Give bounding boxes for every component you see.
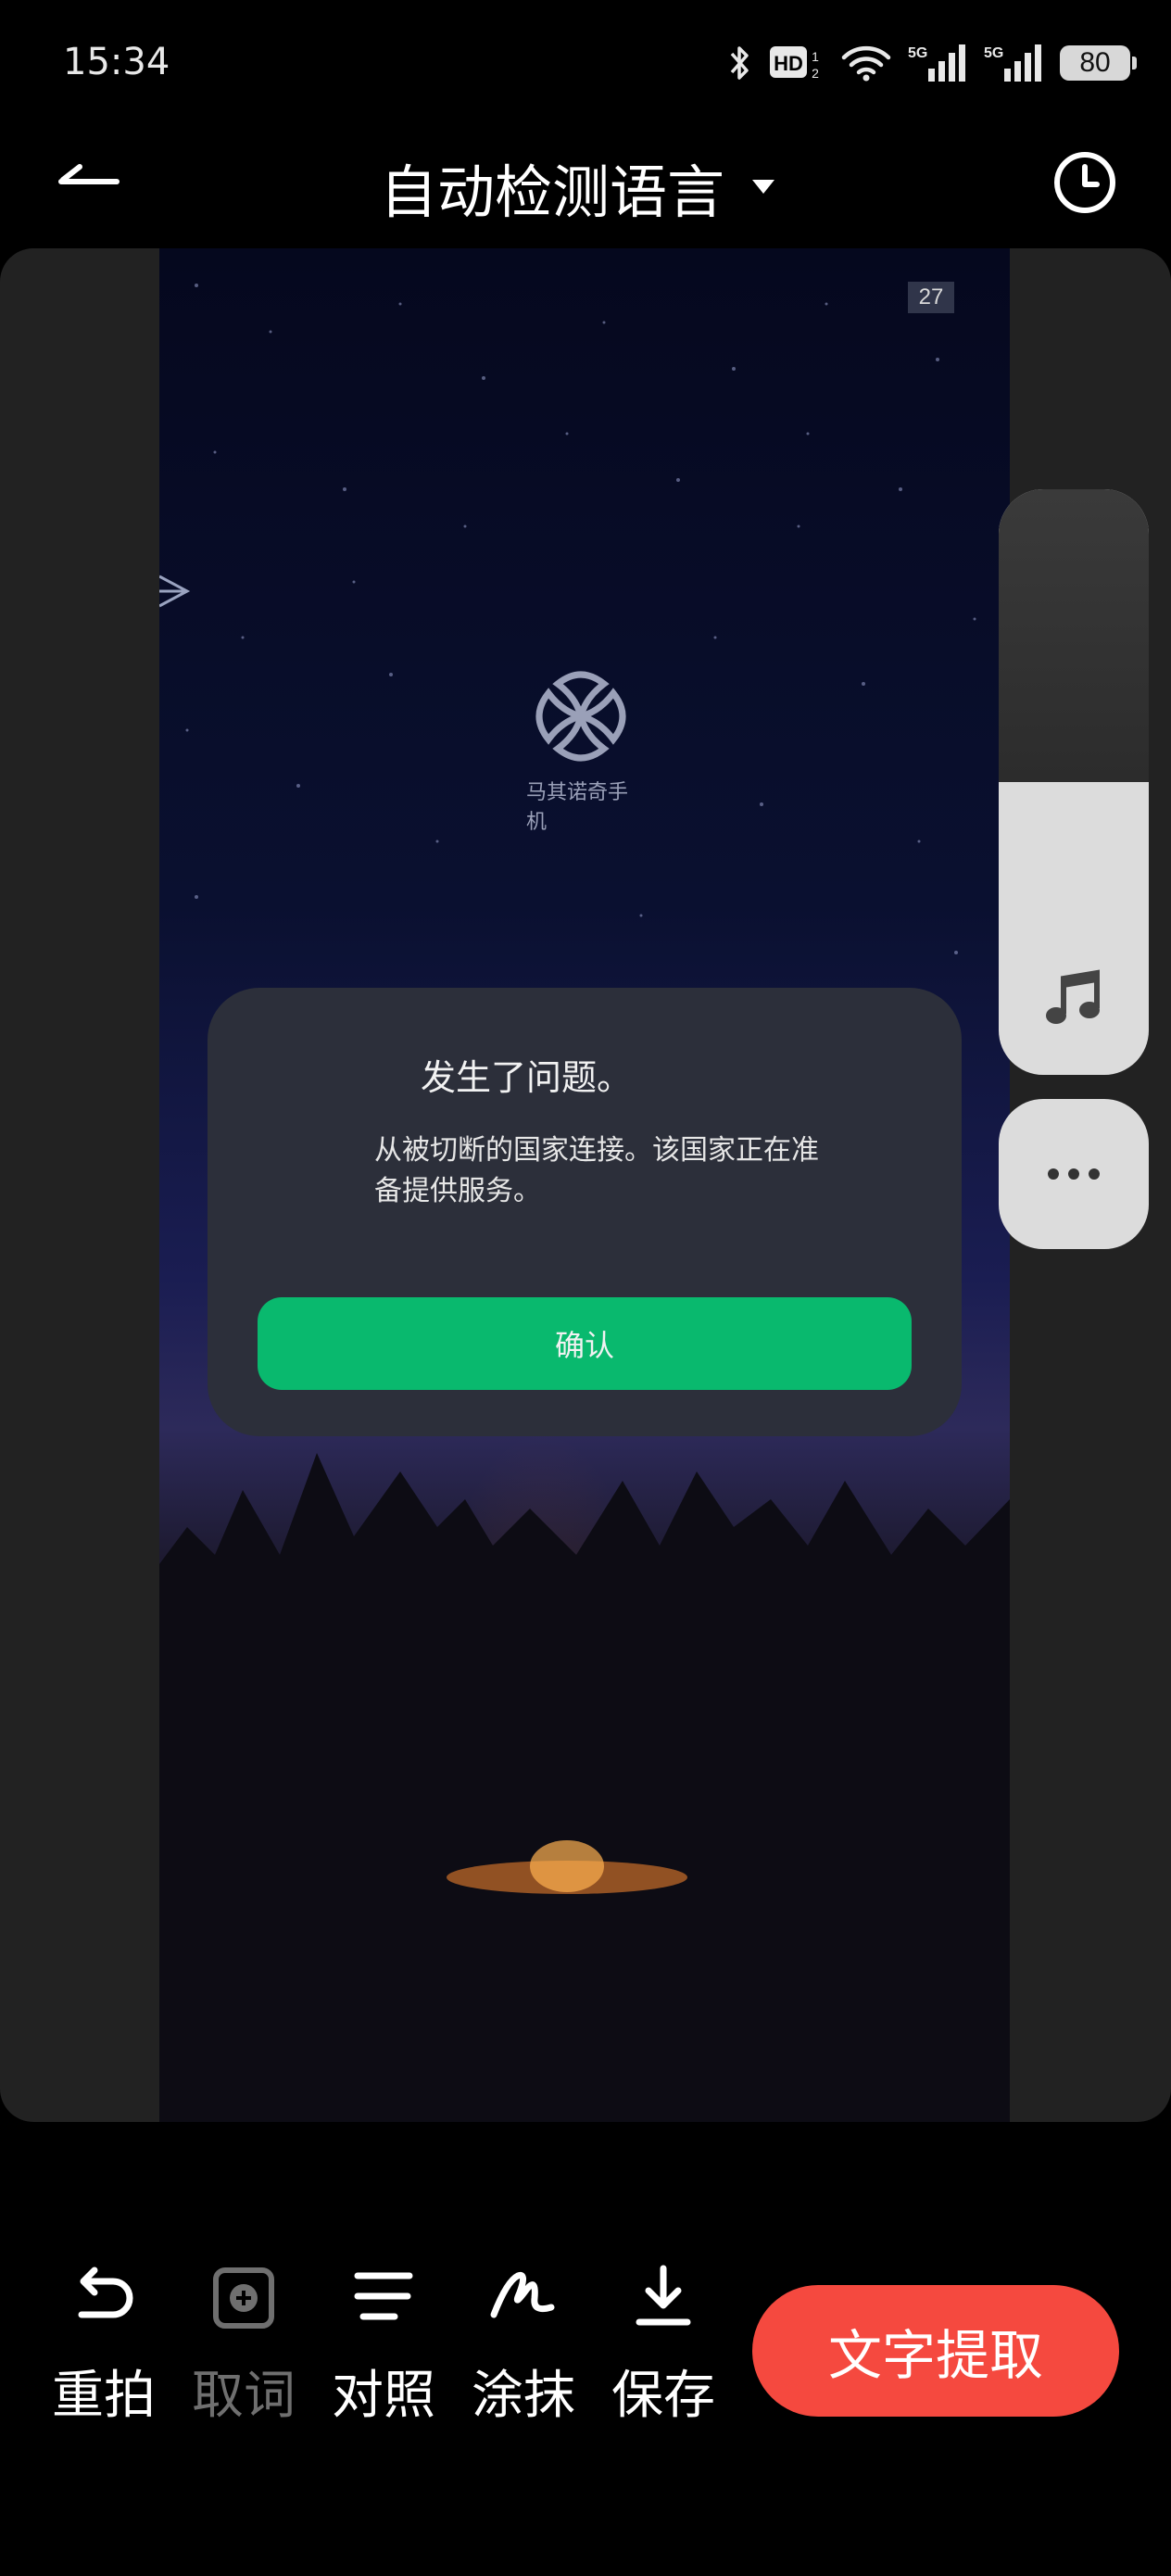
save-label: 保存 bbox=[611, 2366, 715, 2426]
captured-screenshot: 27 马其诺奇手机 发生了问题。 从被切断的国家连接。该国家正在准备提供服务。 … bbox=[159, 248, 1010, 2122]
bluetooth-icon bbox=[728, 44, 752, 82]
battery-level: 80 bbox=[1060, 45, 1137, 81]
language-label: 自动检测语言 bbox=[380, 158, 725, 226]
compare-label: 对照 bbox=[332, 2366, 435, 2426]
battery-icon: 80 bbox=[1060, 45, 1137, 81]
bottom-toolbar: 重拍 取词 对照 涂抹 保存 文字提取 bbox=[0, 2252, 1171, 2474]
back-button[interactable] bbox=[48, 146, 132, 230]
scribble-icon bbox=[490, 2271, 555, 2318]
svg-text:5G: 5G bbox=[984, 45, 1003, 61]
save-button[interactable]: 保存 bbox=[603, 2252, 724, 2429]
status-icons: HD 1 2 5G 5G 80 bbox=[728, 43, 1137, 83]
svg-text:2: 2 bbox=[812, 66, 819, 81]
signal-5g-sim1-icon: 5G bbox=[908, 43, 967, 83]
svg-text:1: 1 bbox=[812, 49, 819, 64]
pick-word-button[interactable]: 取词 bbox=[183, 2252, 304, 2429]
erase-label: 涂抹 bbox=[472, 2366, 575, 2426]
forest-silhouette bbox=[159, 1453, 1010, 2122]
music-note-icon bbox=[1046, 969, 1100, 1024]
dialog-title: 发生了问题。 bbox=[421, 1057, 633, 1098]
image-preview-area: 27 马其诺奇手机 发生了问题。 从被切断的国家连接。该国家正在准备提供服务。 … bbox=[0, 248, 1171, 2122]
clock-icon bbox=[1054, 152, 1115, 213]
wifi-icon bbox=[841, 44, 891, 82]
music-button[interactable] bbox=[1039, 964, 1110, 1034]
extract-text-button[interactable]: 文字提取 bbox=[752, 2285, 1119, 2417]
history-button[interactable] bbox=[1043, 141, 1127, 224]
signal-5g-sim2-icon: 5G bbox=[984, 43, 1043, 83]
caret-down-icon bbox=[752, 180, 775, 194]
app-logo-label: 马其诺奇手机 bbox=[526, 781, 629, 834]
page-counter-badge: 27 bbox=[908, 282, 954, 313]
dialog-confirm-button[interactable]: 确认 bbox=[258, 1297, 912, 1390]
more-options-button[interactable] bbox=[999, 1099, 1149, 1249]
svg-text:HD: HD bbox=[774, 52, 803, 75]
language-selector[interactable]: 自动检测语言 bbox=[380, 141, 776, 234]
svg-text:5G: 5G bbox=[908, 45, 927, 61]
more-dots-icon bbox=[1048, 1168, 1100, 1180]
share-arrow-icon bbox=[159, 575, 191, 608]
status-bar: 15:34 HD 1 2 5G 5G 80 bbox=[0, 0, 1171, 104]
dialog-message: 从被切断的国家连接。该国家正在准备提供服务。 bbox=[374, 1134, 819, 1207]
undo-icon bbox=[78, 2267, 133, 2318]
app-logo-icon bbox=[535, 671, 626, 762]
download-icon bbox=[636, 2265, 691, 2326]
hd-voice-icon: HD 1 2 bbox=[769, 43, 825, 83]
top-bar: 自动检测语言 bbox=[0, 104, 1171, 248]
panel-handle[interactable] bbox=[999, 489, 1149, 782]
status-time: 15:34 bbox=[63, 41, 170, 83]
erase-button[interactable]: 涂抹 bbox=[463, 2252, 584, 2429]
compare-button[interactable]: 对照 bbox=[323, 2252, 444, 2429]
retake-button[interactable]: 重拍 bbox=[44, 2252, 164, 2429]
add-box-icon bbox=[213, 2267, 274, 2329]
floating-side-panel bbox=[999, 489, 1149, 1075]
align-lines-icon bbox=[354, 2272, 413, 2320]
retake-label: 重拍 bbox=[52, 2366, 156, 2426]
pick-word-label: 取词 bbox=[192, 2366, 296, 2426]
error-dialog: 发生了问题。 从被切断的国家连接。该国家正在准备提供服务。 确认 bbox=[208, 988, 962, 1436]
back-arrow-icon bbox=[58, 164, 120, 184]
